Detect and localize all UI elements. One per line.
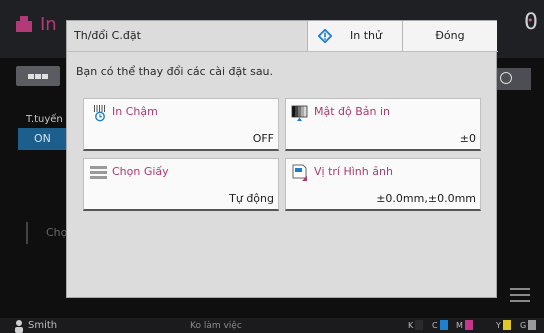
app-title: In (40, 14, 57, 35)
keypad-dot-icon (42, 74, 48, 79)
slow-print-icon (94, 105, 105, 122)
title-divider (67, 51, 498, 52)
ink-level-g: G (520, 320, 537, 330)
image-position-icon (292, 164, 307, 181)
setting-value: OFF (252, 132, 274, 145)
setting-value: ±0.0mm,±0.0mm (376, 192, 476, 205)
change-settings-dialog: Th/đổi C.đặt In thử Đóng Bạn có thể thay… (66, 20, 498, 298)
online-label: T.tuyến (26, 114, 63, 125)
copy-counter: 0 (524, 10, 538, 35)
setting-tile-print-density[interactable]: Mật độ Bản in ±0 (285, 98, 481, 151)
keypad-dot-icon (35, 74, 41, 79)
setting-name: Mật độ Bản in (314, 105, 391, 118)
ink-level-c: C (432, 320, 448, 330)
printer-icon (16, 16, 32, 32)
dialog-message: Bạn có thể thay đổi các cài đặt sau. (76, 65, 274, 78)
setting-value: ±0 (459, 132, 476, 145)
user-icon (15, 320, 23, 333)
user-name: Smith (28, 320, 58, 331)
test-print-button[interactable]: In thử (307, 21, 402, 51)
ink-level-y: Y (496, 320, 511, 330)
print-density-icon (291, 105, 308, 121)
setting-tile-slow-print[interactable]: In Chậm OFF (83, 98, 279, 151)
test-print-label: In thử (350, 29, 382, 42)
printer-status: Ko làm việc (190, 321, 242, 331)
paper-tray-icon (90, 166, 107, 179)
clock-icon (500, 72, 512, 84)
ink-level-k: K (408, 320, 424, 330)
setting-value: Tự động (229, 192, 274, 205)
setting-name: In Chậm (112, 105, 158, 118)
setting-name: Vị trí Hình ảnh (314, 165, 393, 178)
menu-icon[interactable] (510, 288, 530, 304)
keypad-dot-icon (28, 74, 34, 79)
test-print-icon (318, 29, 332, 43)
online-toggle[interactable]: ON (18, 128, 66, 150)
setting-tile-image-position[interactable]: Vị trí Hình ảnh ±0.0mm,±0.0mm (285, 158, 481, 211)
dialog-title: Th/đổi C.đặt (74, 29, 141, 42)
ink-level-m: M (456, 320, 473, 330)
close-button[interactable]: Đóng (402, 21, 497, 51)
keypad-button[interactable] (16, 66, 60, 86)
setting-name: Chọn Giấy (112, 165, 169, 178)
setting-tile-paper-selection[interactable]: Chọn Giấy Tự động (83, 158, 279, 211)
